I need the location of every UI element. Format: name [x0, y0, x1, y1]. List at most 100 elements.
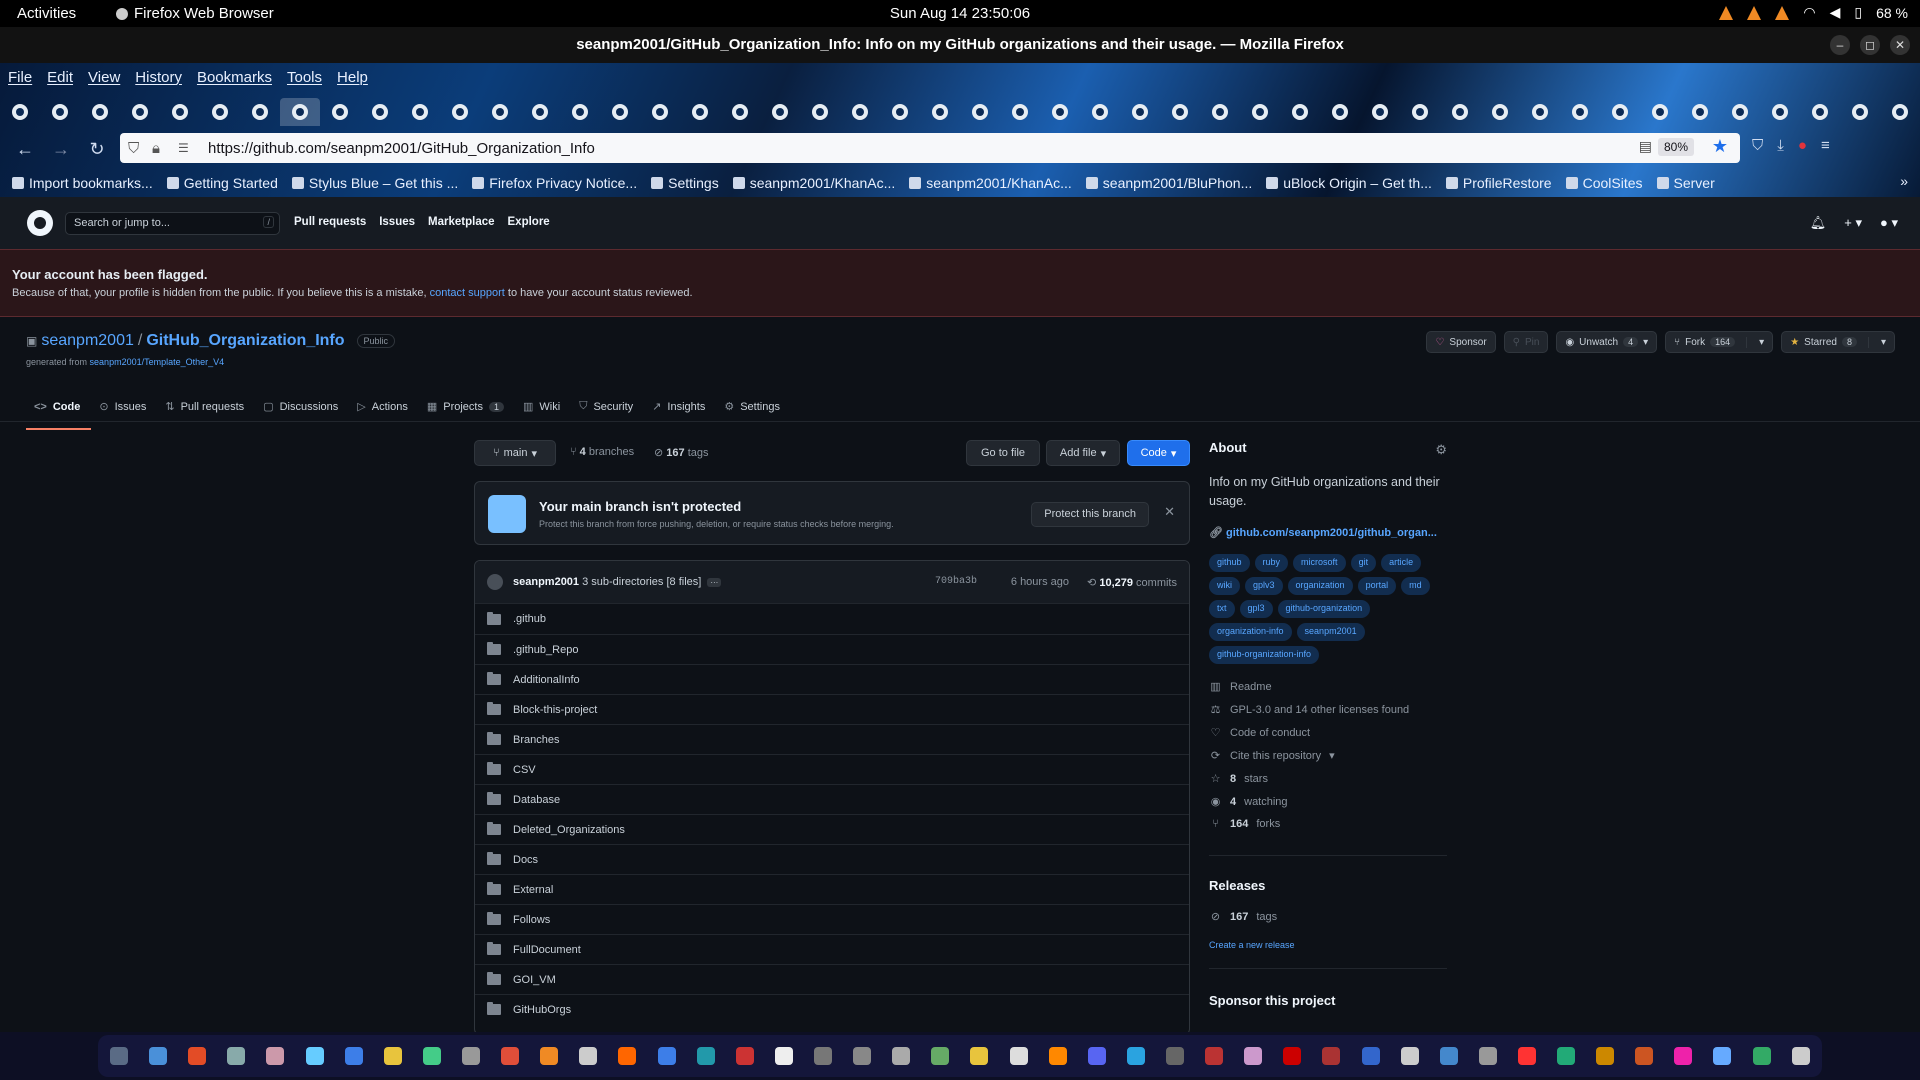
- chevron-down-icon[interactable]: ▾: [1746, 336, 1764, 348]
- topic-tag[interactable]: gpl3: [1239, 600, 1273, 618]
- system-tray[interactable]: ◠ ◀ ▯ 68 %: [1719, 4, 1908, 21]
- file-name[interactable]: Follows: [513, 914, 550, 926]
- app-launcher-icon[interactable]: [1322, 1047, 1341, 1065]
- browser-tab[interactable]: [920, 98, 960, 126]
- browser-tab[interactable]: [600, 98, 640, 126]
- file-row[interactable]: AdditionalInfo: [475, 664, 1189, 694]
- app-launcher-icon[interactable]: [1205, 1047, 1224, 1065]
- cite-repository-button[interactable]: ⟳ Cite this repository ▾: [1209, 749, 1335, 763]
- browser-tab[interactable]: [1520, 98, 1560, 126]
- menu-bookmarks[interactable]: Bookmarks: [197, 69, 272, 86]
- global-nav-issues[interactable]: Issues: [379, 216, 415, 228]
- file-name[interactable]: Branches: [513, 734, 559, 746]
- bookmark-item[interactable]: CoolSites: [1565, 175, 1643, 191]
- app-launcher-icon[interactable]: [1126, 1047, 1145, 1065]
- tab-projects[interactable]: ▦ Projects 1: [419, 394, 515, 423]
- browser-tab[interactable]: [400, 98, 440, 126]
- app-launcher-icon[interactable]: [1283, 1047, 1302, 1065]
- gear-icon[interactable]: ⚙: [1435, 442, 1447, 458]
- file-name[interactable]: Database: [513, 794, 560, 806]
- bookmark-item[interactable]: Stylus Blue – Get this ...: [291, 175, 458, 191]
- app-launcher-icon[interactable]: [1635, 1047, 1654, 1065]
- global-nav-marketplace[interactable]: Marketplace: [428, 216, 494, 228]
- tab-security[interactable]: ⛉ Security: [571, 394, 644, 423]
- file-name[interactable]: Docs: [513, 854, 538, 866]
- starred-button[interactable]: ★ Starred 8 ▾: [1781, 331, 1895, 353]
- browser-tab[interactable]: [1800, 98, 1840, 126]
- app-launcher-icon[interactable]: [1517, 1047, 1536, 1065]
- browser-tab[interactable]: [800, 98, 840, 126]
- ublock-icon[interactable]: ●: [1798, 137, 1807, 154]
- app-launcher-icon[interactable]: [1674, 1047, 1693, 1065]
- browser-tab[interactable]: [320, 98, 360, 126]
- app-launcher-icon[interactable]: [305, 1047, 324, 1065]
- app-launcher-icon[interactable]: [1244, 1047, 1263, 1065]
- browser-tab[interactable]: [1080, 98, 1120, 126]
- bookmark-item[interactable]: Import bookmarks...: [12, 175, 153, 191]
- create-new-icon[interactable]: + ▾: [1844, 215, 1862, 231]
- app-launcher-icon[interactable]: [853, 1047, 872, 1065]
- browser-tab[interactable]: [1720, 98, 1760, 126]
- browser-tab[interactable]: [120, 98, 160, 126]
- bookmark-item[interactable]: seanpm2001/BluPhon...: [1085, 175, 1252, 191]
- back-button[interactable]: ←: [12, 136, 38, 162]
- expand-commit-button[interactable]: ···: [707, 577, 722, 587]
- browser-tab[interactable]: [1600, 98, 1640, 126]
- release-tags-link[interactable]: ⊘ 167 tags: [1209, 910, 1277, 924]
- bookmark-star-icon[interactable]: ★: [1712, 136, 1728, 157]
- contact-support-link[interactable]: contact support: [430, 287, 505, 299]
- bookmark-item[interactable]: Server: [1656, 175, 1715, 191]
- browser-tab[interactable]: [680, 98, 720, 126]
- clock[interactable]: Sun Aug 14 23:50:06: [890, 5, 1030, 22]
- app-launcher-icon[interactable]: [774, 1047, 793, 1065]
- app-launcher-icon[interactable]: [579, 1047, 598, 1065]
- add-file-button[interactable]: Add file ▾: [1046, 440, 1120, 466]
- topic-tag[interactable]: github-organization-info: [1209, 646, 1320, 664]
- menu-file[interactable]: File: [8, 69, 32, 86]
- file-name[interactable]: AdditionalInfo: [513, 674, 580, 686]
- file-row[interactable]: GOI_VM: [475, 964, 1189, 994]
- website-link[interactable]: 🔗︎ github.com/seanpm2001/github_organ...: [1209, 526, 1437, 539]
- app-launcher-icon[interactable]: [344, 1047, 363, 1065]
- file-row[interactable]: Deleted_Organizations: [475, 814, 1189, 844]
- close-icon[interactable]: ✕: [1164, 504, 1175, 520]
- app-launcher-icon[interactable]: [110, 1047, 128, 1065]
- tab-pull-requests[interactable]: ⇅ Pull requests: [157, 394, 255, 423]
- browser-tab[interactable]: [1840, 98, 1880, 126]
- unwatch-button[interactable]: ◉ Unwatch 4 ▾: [1556, 331, 1658, 353]
- bookmark-item[interactable]: uBlock Origin – Get th...: [1266, 175, 1432, 191]
- repo-name-link[interactable]: GitHub_Organization_Info: [146, 332, 344, 350]
- tab-wiki[interactable]: ▥ Wiki: [515, 394, 571, 423]
- browser-tab[interactable]: [240, 98, 280, 126]
- pocket-icon[interactable]: ⛉: [1752, 137, 1763, 154]
- app-launcher-icon[interactable]: [1165, 1047, 1184, 1065]
- readme-link[interactable]: ▥ Readme: [1209, 680, 1271, 694]
- browser-tab[interactable]: [1440, 98, 1480, 126]
- forks-link[interactable]: ⑂ 164 forks: [1209, 818, 1280, 830]
- bookmark-item[interactable]: seanpm2001/KhanAc...: [909, 175, 1072, 191]
- topic-tag[interactable]: git: [1350, 554, 1377, 572]
- forward-button[interactable]: →: [48, 136, 74, 162]
- browser-tab[interactable]: [40, 98, 80, 126]
- fork-button[interactable]: ⑂ Fork 164 ▾: [1665, 331, 1774, 353]
- topic-tag[interactable]: portal: [1357, 577, 1397, 595]
- chevron-down-icon[interactable]: ▾: [1867, 336, 1886, 348]
- tab-code[interactable]: <> Code: [26, 394, 92, 430]
- browser-tab[interactable]: [880, 98, 920, 126]
- app-launcher-icon[interactable]: [188, 1047, 207, 1065]
- app-launcher-icon[interactable]: [931, 1047, 950, 1065]
- bookmark-item[interactable]: ProfileRestore: [1445, 175, 1552, 191]
- browser-tab[interactable]: [0, 98, 40, 126]
- browser-tab[interactable]: [160, 98, 200, 126]
- tab-actions[interactable]: ▷ Actions: [349, 394, 419, 423]
- commit-message[interactable]: 3 sub-directories [8 files]: [582, 576, 701, 588]
- watching-link[interactable]: ◉ 4 watching: [1209, 795, 1288, 809]
- app-launcher-icon[interactable]: [1596, 1047, 1615, 1065]
- browser-tab[interactable]: [1280, 98, 1320, 126]
- topic-tag[interactable]: article: [1381, 554, 1422, 572]
- file-name[interactable]: FullDocument: [513, 944, 581, 956]
- repo-owner-link[interactable]: seanpm2001: [41, 332, 134, 350]
- app-launcher-icon[interactable]: [1439, 1047, 1458, 1065]
- browser-tab[interactable]: [1760, 98, 1800, 126]
- protect-branch-button[interactable]: Protect this branch: [1031, 502, 1149, 527]
